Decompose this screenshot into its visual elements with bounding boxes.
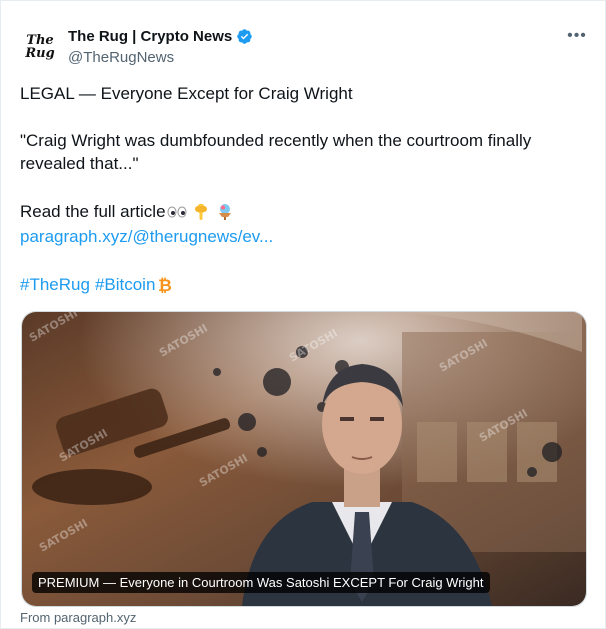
avatar[interactable]: The Rug (18, 25, 62, 69)
article-link[interactable]: paragraph.xyz/@therugnews/ev... (20, 225, 580, 248)
tweet-card: The Rug The Rug | Crypto News @TheRugNew… (0, 0, 606, 629)
eyes-emoji-icon (167, 206, 187, 217)
hashtag-bitcoin[interactable]: #Bitcoin (95, 273, 155, 296)
hashtag-therug[interactable]: #TheRug (20, 273, 90, 296)
tweet-quote: "Craig Wright was dumbfounded recently w… (20, 131, 532, 173)
media-caption: PREMIUM — Everyone in Courtroom Was Sato… (32, 572, 490, 593)
hashtag-row: #TheRug #Bitcoin ₿ (20, 273, 580, 296)
sundae-emoji-icon (218, 203, 231, 220)
pointing-down-emoji-icon (194, 203, 207, 220)
media-card[interactable]: SATOSHI SATOSHI SATOSHI SATOSHI SATOSHI … (21, 311, 587, 607)
tweet-headline: LEGAL — Everyone Except for Craig Wright (20, 84, 353, 103)
tweet-read-more-line: Read the full article (20, 200, 580, 223)
verified-badge-icon (237, 29, 252, 44)
bitcoin-icon: ₿ (158, 276, 172, 294)
read-more-text: Read the full article (20, 202, 166, 221)
avatar-text-bottom: Rug (25, 46, 55, 61)
article-image: SATOSHI SATOSHI SATOSHI SATOSHI SATOSHI … (22, 312, 586, 606)
author-name-row[interactable]: The Rug | Crypto News (68, 28, 253, 45)
more-icon: ••• (567, 27, 587, 44)
author-display-name[interactable]: The Rug | Crypto News (68, 28, 232, 45)
more-options-button[interactable]: ••• (566, 25, 588, 47)
source-domain[interactable]: From paragraph.xyz (20, 610, 136, 625)
author-handle[interactable]: @TheRugNews (68, 49, 174, 66)
svg-text:₿: ₿ (158, 276, 172, 294)
